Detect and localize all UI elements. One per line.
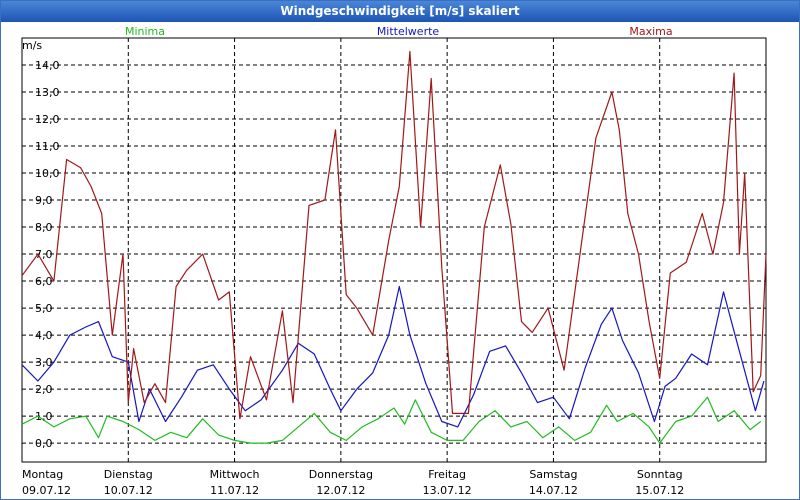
x-tick-day: Freitag	[428, 468, 466, 481]
y-tick-label: 11,0	[35, 140, 60, 153]
x-axis: Montag 09.07.12 Dienstag 10.07.12 Mittwoch 11…	[22, 468, 684, 497]
x-tick-date: 11.07.12	[210, 484, 259, 497]
x-tick-day: Sonntag	[637, 468, 683, 481]
x-tick-date: 12.07.12	[316, 484, 365, 497]
x-tick-date: 09.07.12	[22, 484, 71, 497]
x-tick-day: Samstag	[529, 468, 577, 481]
x-tick-day: Donnerstag	[309, 468, 373, 481]
y-tick-label: 6,0	[35, 275, 53, 288]
legend-maxima: Maxima	[629, 25, 672, 38]
y-tick-label: 5,0	[35, 302, 53, 315]
plot-area	[21, 37, 767, 463]
legend-minima: Minima	[125, 25, 165, 38]
legend-mittelwerte: Mittelwerte	[377, 25, 440, 38]
y-axis-unit: m/s	[22, 39, 42, 52]
y-tick-label: 4,0	[35, 329, 53, 342]
y-tick-label: 12,0	[35, 113, 60, 126]
wind-speed-chart: 0,01,02,03,04,05,06,07,08,09,010,011,012…	[21, 25, 767, 497]
x-tick-day: Montag	[22, 468, 63, 481]
x-tick-date: 14.07.12	[529, 484, 578, 497]
y-tick-label: 8,0	[35, 221, 53, 234]
x-tick-day: Dienstag	[104, 468, 153, 481]
y-tick-label: 2,0	[35, 383, 53, 396]
y-tick-label: 10,0	[35, 167, 60, 180]
y-tick-label: 14,0	[35, 59, 60, 72]
x-tick-date: 13.07.12	[423, 484, 472, 497]
x-tick-date: 10.07.12	[104, 484, 153, 497]
x-tick-date: 15.07.12	[635, 484, 684, 497]
x-tick-day: Mittwoch	[210, 468, 260, 481]
y-tick-label: 13,0	[35, 86, 60, 99]
y-tick-label: 9,0	[35, 194, 53, 207]
y-tick-label: 0,0	[35, 437, 53, 450]
